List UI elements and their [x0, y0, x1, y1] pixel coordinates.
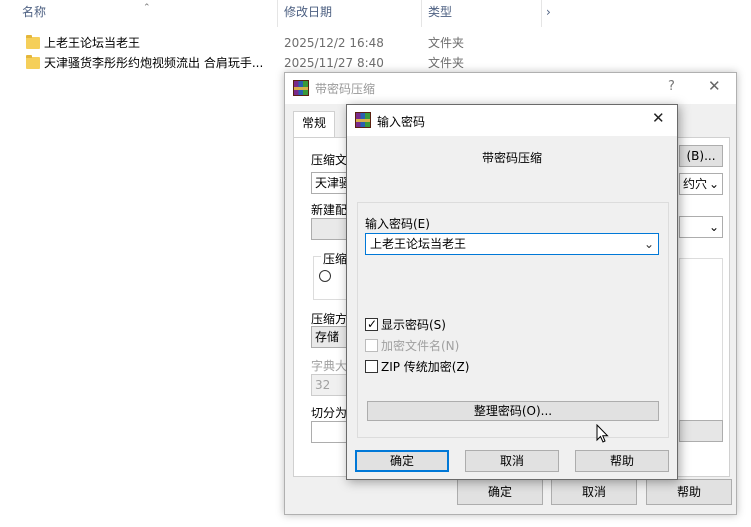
- password-dialog-titlebar[interactable]: 输入密码 ✕: [347, 105, 677, 136]
- column-header-date[interactable]: 修改日期: [278, 0, 422, 27]
- checkbox-box: ✓: [365, 317, 378, 331]
- password-input[interactable]: 上老王论坛当老王 ⌄: [365, 233, 659, 255]
- column-header-more[interactable]: ›: [542, 0, 562, 27]
- mouse-cursor-icon: [596, 424, 609, 443]
- archive-window-titlebar[interactable]: 带密码压缩 ? ✕: [285, 73, 736, 104]
- option-select[interactable]: ⌄: [679, 216, 723, 238]
- ok-button[interactable]: 确定: [355, 450, 449, 472]
- options-group: [679, 258, 723, 438]
- update-mode-select[interactable]: 约穴 ⌄: [679, 173, 723, 195]
- format-radio[interactable]: [319, 270, 331, 282]
- profile-label: 新建配: [311, 203, 348, 217]
- ok-button[interactable]: 确定: [457, 479, 543, 505]
- winrar-icon: [355, 112, 371, 128]
- help-button[interactable]: 帮助: [575, 450, 669, 472]
- archive-window-title: 带密码压缩: [315, 82, 376, 96]
- winrar-icon: [293, 80, 309, 96]
- option-button[interactable]: [679, 420, 723, 442]
- method-label: 压缩方: [311, 312, 348, 326]
- password-label: 输入密码(E): [365, 217, 430, 231]
- file-row[interactable]: 上老王论坛当老王 2025/12/2 16:48 文件夹: [22, 33, 552, 53]
- zip-legacy-label: ZIP 传统加密(Z): [381, 360, 470, 374]
- password-value: 上老王论坛当老王: [370, 237, 467, 251]
- cancel-button[interactable]: 取消: [465, 450, 559, 472]
- tab-general[interactable]: 常规: [293, 111, 336, 137]
- check-icon: ✓: [367, 317, 378, 331]
- organize-passwords-button[interactable]: 整理密码(O)...: [367, 401, 659, 421]
- file-type: 文件夹: [428, 36, 465, 50]
- file-row[interactable]: 天津骚货李彤彤约炮视频流出 合肩玩手... 2025/11/27 8:40 文件…: [22, 53, 552, 73]
- sort-up-icon: ⌃: [143, 3, 151, 13]
- archive-name-label: 压缩文: [311, 153, 348, 167]
- column-header-name[interactable]: 名称 ⌃: [0, 0, 278, 27]
- file-date: 2025/11/27 8:40: [284, 56, 384, 70]
- chevron-down-icon: ⌄: [708, 220, 719, 234]
- file-date: 2025/12/2 16:48: [284, 36, 384, 50]
- browse-button[interactable]: (B)...: [679, 145, 723, 167]
- password-dialog: 输入密码 ✕ 带密码压缩 输入密码(E) 上老王论坛当老王 ⌄ ✓ 显示密码(S…: [346, 104, 678, 480]
- help-icon[interactable]: ?: [668, 79, 675, 94]
- help-button[interactable]: 帮助: [646, 479, 732, 505]
- file-type: 文件夹: [428, 56, 465, 70]
- password-dialog-title: 输入密码: [377, 115, 426, 129]
- checkbox-box: [365, 360, 378, 373]
- split-label: 切分为: [311, 406, 348, 420]
- encrypt-filenames-label: 加密文件名(N): [381, 339, 460, 353]
- checkbox-box: [365, 339, 378, 352]
- folder-icon: [26, 35, 40, 49]
- cancel-button[interactable]: 取消: [551, 479, 637, 505]
- file-name: 天津骚货李彤彤约炮视频流出 合肩玩手...: [44, 56, 264, 70]
- close-icon[interactable]: ✕: [652, 109, 665, 127]
- format-group-label: 压缩: [321, 250, 350, 267]
- file-name: 上老王论坛当老王: [44, 36, 141, 50]
- show-password-label: 显示密码(S): [381, 318, 446, 332]
- folder-icon: [26, 55, 40, 69]
- column-header-type[interactable]: 类型: [422, 0, 542, 27]
- dictionary-label: 字典大: [311, 359, 348, 373]
- close-icon[interactable]: ✕: [708, 77, 721, 95]
- dialog-heading: 带密码压缩: [481, 151, 542, 165]
- chevron-down-icon[interactable]: ⌄: [644, 234, 654, 254]
- chevron-down-icon: ⌄: [708, 177, 719, 191]
